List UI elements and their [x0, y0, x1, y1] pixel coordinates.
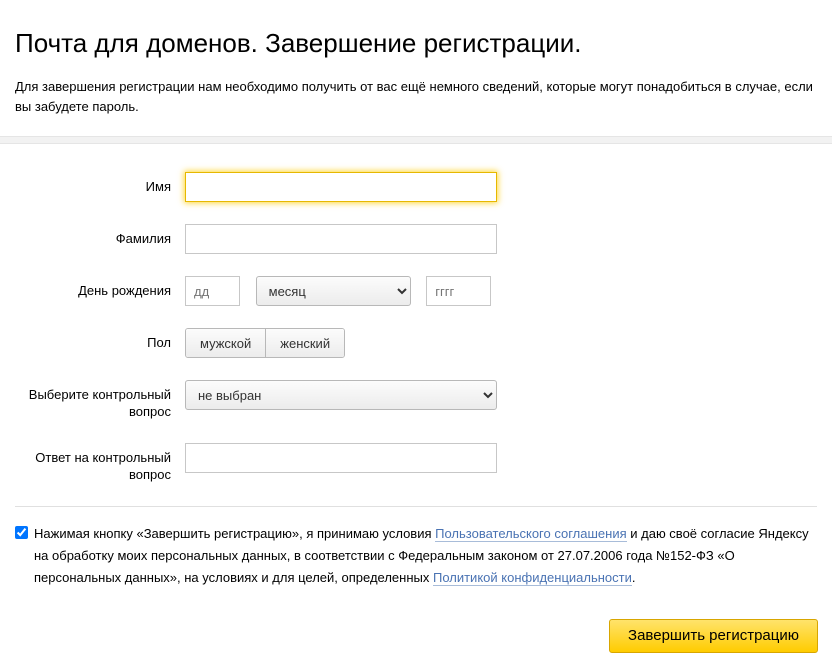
page-title: Почта для доменов. Завершение регистраци…	[15, 28, 817, 59]
last-name-label: Фамилия	[15, 224, 185, 248]
secret-question-label: Выберите контрольный вопрос	[15, 380, 185, 421]
agreement-text: Нажимая кнопку «Завершить регистрацию», …	[34, 523, 817, 589]
gender-female-button[interactable]: женский	[265, 329, 344, 357]
first-name-label: Имя	[15, 172, 185, 196]
agreement-part1: Нажимая кнопку «Завершить регистрацию», …	[34, 526, 435, 541]
secret-answer-input[interactable]	[185, 443, 497, 473]
last-name-input[interactable]	[185, 224, 497, 254]
birthday-label: День рождения	[15, 276, 185, 300]
registration-form: Имя Фамилия День рождения месяц Пол	[0, 144, 832, 484]
privacy-policy-link[interactable]: Политикой конфиденциальности	[433, 570, 632, 586]
page-subtitle: Для завершения регистрации нам необходим…	[15, 77, 817, 116]
user-agreement-link[interactable]: Пользовательского соглашения	[435, 526, 627, 542]
agreement-part3: .	[632, 570, 636, 585]
gender-label: Пол	[15, 328, 185, 352]
agreement-checkbox[interactable]	[15, 526, 28, 539]
submit-button[interactable]: Завершить регистрацию	[609, 619, 818, 653]
form-divider	[15, 506, 817, 507]
first-name-input[interactable]	[185, 172, 497, 202]
secret-answer-label: Ответ на контрольный вопрос	[15, 443, 185, 484]
agreement-block: Нажимая кнопку «Завершить регистрацию», …	[0, 523, 832, 589]
birthday-day-input[interactable]	[185, 276, 240, 306]
section-divider	[0, 136, 832, 144]
gender-male-button[interactable]: мужской	[186, 329, 265, 357]
birthday-month-select[interactable]: месяц	[256, 276, 411, 306]
birthday-year-input[interactable]	[426, 276, 491, 306]
secret-question-select[interactable]: не выбран	[185, 380, 497, 410]
gender-toggle: мужской женский	[185, 328, 345, 358]
